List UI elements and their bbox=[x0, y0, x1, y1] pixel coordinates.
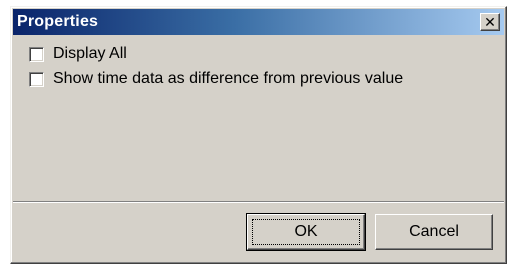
title-bar[interactable]: Properties ✕ bbox=[13, 9, 504, 35]
cancel-button[interactable]: Cancel bbox=[375, 214, 493, 250]
close-button[interactable]: ✕ bbox=[480, 13, 500, 31]
option-time-difference[interactable]: Show time data as difference from previo… bbox=[29, 68, 403, 90]
time-difference-label[interactable]: Show time data as difference from previo… bbox=[53, 70, 403, 88]
dialog-title: Properties bbox=[17, 13, 99, 30]
close-icon: ✕ bbox=[484, 14, 496, 30]
properties-dialog: Properties ✕ Display All Show time data … bbox=[10, 6, 507, 264]
ok-button-label: OK bbox=[294, 223, 318, 240]
display-all-checkbox[interactable] bbox=[29, 46, 44, 62]
button-separator bbox=[13, 201, 504, 203]
time-difference-checkbox[interactable] bbox=[29, 71, 44, 87]
display-all-label[interactable]: Display All bbox=[53, 45, 127, 63]
option-display-all[interactable]: Display All bbox=[29, 43, 127, 65]
ok-button[interactable]: OK bbox=[246, 213, 366, 251]
cancel-button-label: Cancel bbox=[409, 223, 459, 240]
